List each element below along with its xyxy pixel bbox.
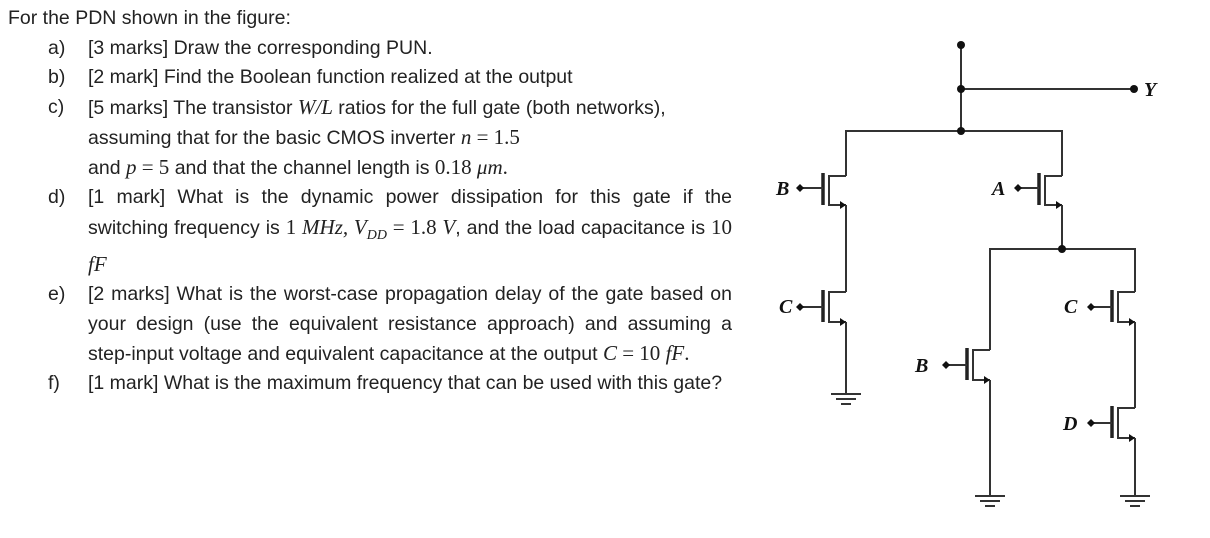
output-label-y: Y [1144,79,1158,101]
output-terminal-node [1130,85,1138,93]
transistor-left-b: B [775,173,846,209]
gate-input-d [1087,419,1095,427]
split-junction-node [957,127,965,135]
gate-input-c2 [1087,303,1095,311]
parallel-junction-node [1058,245,1066,253]
top-terminal-node [957,41,965,49]
ground-icon [831,393,861,405]
ground-icon [975,495,1005,507]
gate-label-a: A [990,178,1005,200]
gate-label-b2: B [914,355,928,377]
top-split-wire [845,130,1063,176]
transistor-parallel-d: D [1062,406,1135,442]
ground-icon [1120,495,1150,507]
gate-label-b: B [775,178,789,200]
transistor-parallel-c: C [1064,290,1135,326]
output-junction-node [957,85,965,93]
gate-label-d: D [1062,413,1077,435]
gate-input-a [1014,184,1022,192]
transistor-right-a: A [990,173,1062,209]
gate-input-b [796,184,804,192]
gate-label-c2: C [1064,296,1078,318]
gate-label-c: C [779,296,793,318]
transistor-left-c: C [779,290,846,326]
gate-input-c [796,303,804,311]
gate-input-b2 [942,361,950,369]
transistor-parallel-b: B [914,348,990,384]
pdn-circuit-diagram: Y B C A B C D [775,41,1158,507]
